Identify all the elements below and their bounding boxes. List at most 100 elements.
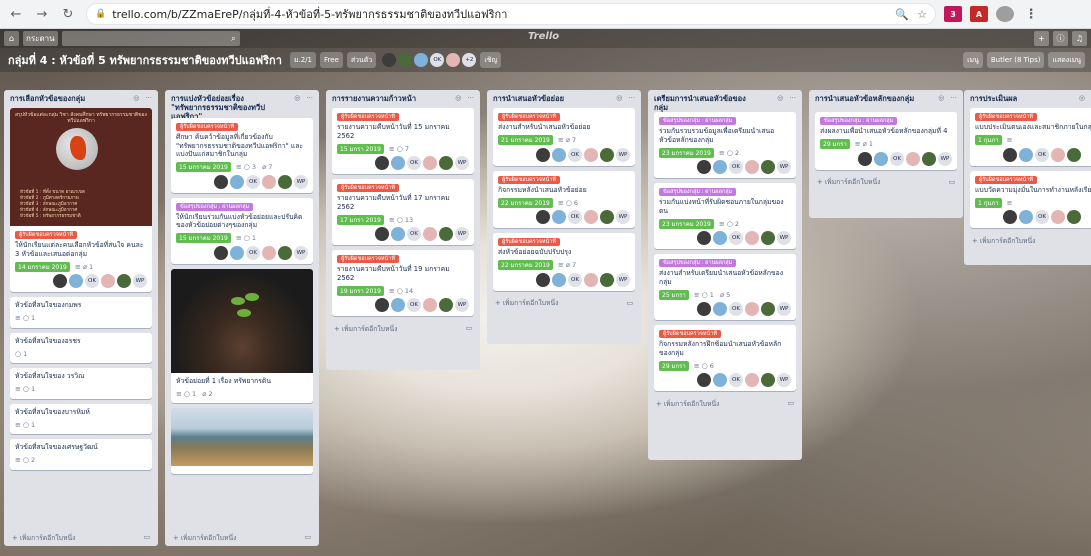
board-title[interactable]: กลุ่มที่ 4 : หัวข้อที่ 5 ทรัพยากรธรรมชาต… [8, 51, 282, 69]
member-avatar[interactable] [391, 298, 405, 312]
member-avatar[interactable]: OK [246, 245, 260, 260]
card[interactable]: หัวข้อที่สนใจของกมพร ≡ ○ 1 [10, 297, 152, 328]
member-avatar[interactable]: WP [616, 147, 630, 162]
member-avatar[interactable] [600, 210, 614, 224]
member-avatar[interactable] [278, 245, 292, 260]
add-card-button[interactable]: + เพิ่มการ์ดอีกใบหนึ่ง ▭ [10, 530, 152, 544]
bookmark-star-icon[interactable]: ☆ [917, 8, 927, 21]
card-label[interactable]: ผู้รับผิดชอบครวจหน้าที่ [337, 255, 400, 263]
card[interactable]: ผู้รับผิดชอบครวจหน้าที่ ส่งหัวข้อย่อยฉบั… [493, 233, 635, 291]
list-title[interactable]: การแบ่งหัวข้อย่อยเรื่อง "ทรัพยากรธรรมชาต… [171, 94, 271, 121]
card[interactable]: สรุปหัวข้อแต่ละกลุ่ม วิชา สังคมศึกษา ทรั… [10, 108, 152, 292]
due-date-badge[interactable]: 15 มกราคม 2019 [176, 233, 231, 243]
card-label[interactable]: ผู้รับผิดชอบครวจหน้าที่ [176, 123, 239, 131]
board-members[interactable]: OK +2 [380, 53, 477, 67]
member-avatar[interactable] [1003, 147, 1017, 162]
zoom-icon[interactable]: 🔍 [895, 8, 909, 21]
due-date-badge[interactable]: 23 มกราคม 2019 [659, 218, 714, 229]
member-avatar[interactable] [858, 151, 872, 166]
address-bar[interactable]: 🔒 trello.com/b/ZZmaEreP/กลุ่มที่-4-หัวข้… [86, 3, 936, 25]
member-avatar[interactable] [375, 156, 389, 170]
watch-icon[interactable]: ◎ [938, 94, 944, 102]
member-avatar[interactable]: OK [1035, 210, 1049, 224]
card-template-icon[interactable]: ▭ [949, 178, 955, 186]
add-card-button[interactable]: + เพิ่มการ์ดอีกใบหนึ่ง ▭ [654, 396, 796, 410]
card-label[interactable]: ผู้รับผิดชอบครวจหน้าที่ [975, 113, 1038, 121]
card[interactable]: ผู้รับผิดชอบครวจหน้าที่ ส่งงานสำหรับนำเส… [493, 108, 635, 166]
member-avatar[interactable] [761, 160, 775, 174]
member-avatar[interactable]: WP [455, 298, 469, 312]
member-avatar[interactable] [101, 274, 115, 288]
watch-icon[interactable]: ◎ [616, 94, 622, 102]
member-avatar[interactable] [230, 245, 244, 260]
notifications-button[interactable]: ♫ [1072, 31, 1087, 46]
add-card-button[interactable]: + เพิ่มการ์ดอีกใบหนึ่ง ▭ [493, 296, 635, 310]
member-avatar[interactable] [278, 174, 292, 189]
card-template-icon[interactable]: ▭ [144, 533, 150, 541]
member-avatar[interactable] [713, 302, 727, 316]
card[interactable]: ผู้รับผิดชอบครวจหน้าที่ ศึกษา ค้นคว้าข้อ… [171, 118, 313, 193]
member-avatar[interactable]: OK [729, 231, 743, 245]
member-avatar[interactable] [697, 373, 711, 387]
member-avatar[interactable] [697, 160, 711, 174]
member-avatar[interactable]: OK [568, 210, 582, 224]
member-avatar[interactable]: OK [568, 272, 582, 287]
member-avatar[interactable] [1051, 210, 1065, 224]
due-date-badge[interactable]: 15 มกราคม 2019 [176, 162, 231, 172]
member-avatar[interactable] [230, 174, 244, 189]
member-avatar[interactable] [53, 274, 67, 288]
member-avatar[interactable] [906, 151, 920, 166]
search-input[interactable]: ⌕ [61, 31, 240, 46]
card[interactable]: ผู้รับผิดชอบครวจหน้าที่ รายงานความคืบหน้… [332, 250, 474, 316]
add-card-button[interactable]: + เพิ่มการ์ดอีกใบหนึ่ง [970, 233, 1085, 247]
member-avatar[interactable] [536, 272, 550, 287]
card-label[interactable]: ผู้รับผิดชอบครวจหน้าที่ [15, 231, 78, 239]
member-avatar[interactable] [214, 174, 228, 189]
member-avatar[interactable]: OK [729, 373, 743, 387]
due-date-badge[interactable]: 1 กุมภา [975, 135, 1002, 145]
card[interactable]: ข้อสรุปของกลุ่ม : ผ่านผลกลุ่ม ให้นักเรีย… [171, 197, 313, 264]
due-date-badge[interactable]: 21 มกราคม 2019 [498, 135, 553, 145]
due-date-badge[interactable]: 14 มกราคม 2019 [15, 261, 70, 272]
profile-avatar[interactable] [996, 6, 1014, 22]
member-avatar[interactable] [214, 245, 228, 260]
card[interactable]: หัวข้อที่สนใจของ วรวิณ ≡ ○ 1 [10, 368, 152, 399]
member-avatar[interactable] [745, 302, 759, 316]
invite-button[interactable]: เชิญ [480, 52, 502, 68]
more-icon[interactable]: ··· [628, 94, 635, 102]
card-label[interactable]: ผู้รับผิดชอบครวจหน้าที่ [337, 184, 400, 192]
add-card-button[interactable]: + เพิ่มการ์ดอีกใบหนึ่ง ▭ [815, 175, 957, 189]
member-avatar[interactable]: WP [777, 373, 791, 387]
add-card-button[interactable]: + เพิ่มการ์ดอีกใบหนึ่ง ▭ [332, 321, 474, 335]
more-members[interactable]: +2 [462, 53, 477, 67]
member-avatar[interactable] [1019, 147, 1033, 162]
list-title[interactable]: การประเมินผล [970, 94, 1070, 103]
member-avatar[interactable]: OK [1035, 147, 1049, 162]
member-avatar[interactable]: WP [777, 302, 791, 316]
member-avatar[interactable] [536, 210, 550, 224]
member-avatar[interactable] [745, 373, 759, 387]
member-avatar[interactable] [552, 147, 566, 162]
due-date-badge[interactable]: 1 กุมภา [975, 197, 1002, 208]
card[interactable]: ข้อสรุปของกลุ่ม : ผ่านผลกลุ่ม ส่งผลงานเพ… [815, 112, 957, 170]
member-avatar[interactable] [552, 272, 566, 287]
reload-icon[interactable]: ↻ [58, 4, 78, 24]
card-template-icon[interactable]: ▭ [627, 299, 633, 307]
more-icon[interactable]: ··· [950, 94, 957, 102]
forward-icon[interactable]: → [32, 4, 52, 24]
member-avatar[interactable]: OK [890, 151, 904, 166]
member-avatar[interactable] [262, 245, 276, 260]
card[interactable]: ผู้รับผิดชอบครวจหน้าที่ กิจกรรมหลังนำเสน… [493, 170, 635, 228]
watch-icon[interactable]: ◎ [294, 94, 300, 102]
card-label[interactable]: ข้อสรุปของกลุ่ม : ผ่านผลกลุ่ม [820, 117, 898, 125]
member-avatar[interactable] [446, 53, 461, 67]
card-label[interactable]: ผู้รับผิดชอบครวจหน้าที่ [498, 113, 561, 121]
card-template-icon[interactable]: ▭ [466, 324, 472, 332]
card-label[interactable]: ข้อสรุปของกลุ่ม : ผ่านผลกลุ่ม [659, 188, 737, 196]
member-avatar[interactable] [874, 151, 888, 166]
member-avatar[interactable] [1003, 210, 1017, 224]
member-avatar[interactable] [922, 151, 936, 166]
due-date-badge[interactable]: 29 มกรา [659, 360, 689, 371]
list-title[interactable]: เตรียมการนำเสนอหัวข้อของกลุ่ม [654, 94, 754, 112]
member-avatar[interactable] [584, 147, 598, 162]
